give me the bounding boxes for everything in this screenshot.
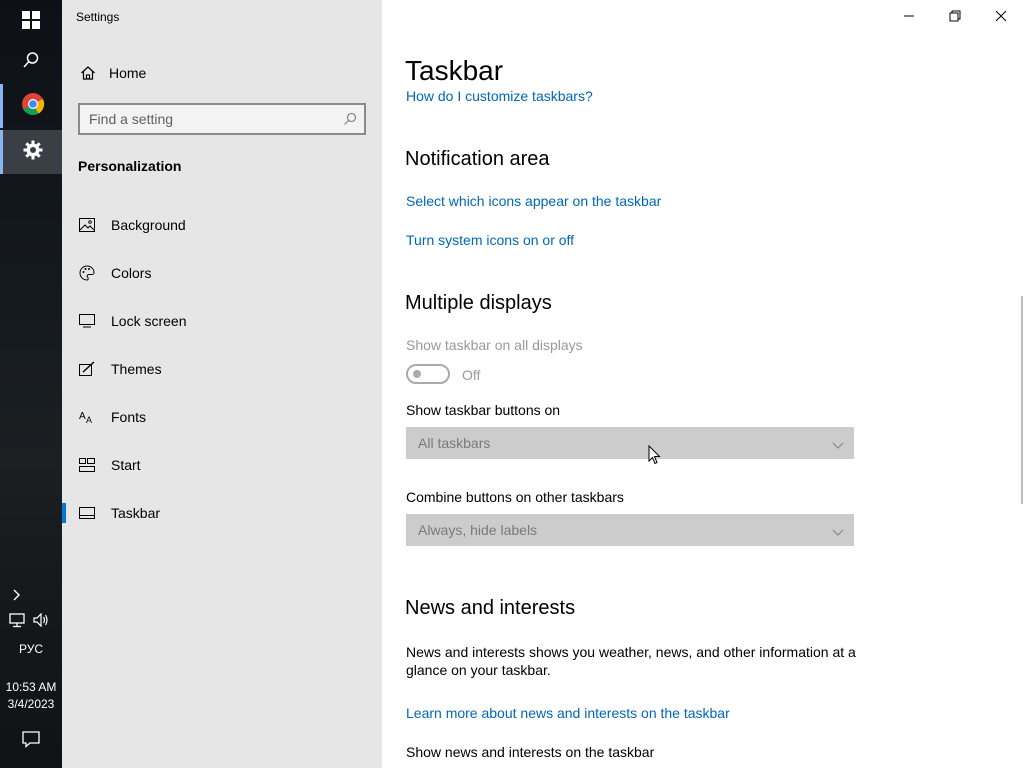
sidebar-item-fonts[interactable]: AA Fonts: [62, 397, 382, 437]
start-button[interactable]: [0, 0, 62, 44]
toggle-state-label: Off: [462, 367, 481, 383]
system-icons-link[interactable]: Turn system icons on or off: [406, 232, 574, 248]
home-icon: [79, 65, 97, 81]
sidebar-item-lock-screen[interactable]: Lock screen: [62, 301, 382, 341]
taskbar-settings-page: How do I customize taskbars? Taskbar Not…: [382, 0, 1024, 768]
minimize-icon: [904, 15, 914, 17]
sidebar-item-start[interactable]: Start: [62, 445, 382, 485]
nav-home[interactable]: Home: [62, 56, 382, 90]
taskbar-search-button[interactable]: [0, 40, 62, 84]
multiple-displays-heading: Multiple displays: [405, 292, 552, 314]
picture-icon: [78, 216, 96, 234]
clock-date[interactable]: 3/4/2023: [0, 697, 62, 711]
show-news-label: Show news and interests on the taskbar: [406, 744, 655, 760]
volume-icon[interactable]: [32, 612, 50, 633]
sidebar-item-themes[interactable]: Themes: [62, 349, 382, 389]
language-indicator[interactable]: РУС: [0, 642, 62, 656]
sidebar-item-label: Fonts: [111, 409, 147, 425]
show-on-all-displays-toggle[interactable]: [406, 364, 450, 384]
search-input[interactable]: [80, 111, 330, 127]
taskbar: РУС 10:53 AM 3/4/2023: [0, 0, 62, 768]
search-icon: [22, 51, 40, 74]
show-on-all-displays-label: Show taskbar on all displays: [406, 337, 583, 353]
start-tiles-icon: [78, 456, 96, 474]
mouse-cursor-icon: [648, 444, 662, 470]
clock-time[interactable]: 10:53 AM: [0, 680, 62, 694]
taskbar-buttons-on-label: Show taskbar buttons on: [406, 402, 561, 418]
search-icon[interactable]: [343, 112, 357, 131]
close-button[interactable]: [978, 4, 1024, 28]
chevron-down-icon: [832, 524, 844, 542]
restore-button[interactable]: [932, 4, 978, 28]
app-title: Settings: [76, 10, 120, 24]
network-icon[interactable]: [8, 612, 26, 633]
nav-home-label: Home: [109, 65, 147, 81]
scrollbar-thumb[interactable]: [1021, 296, 1023, 504]
dropdown-value: Always, hide labels: [418, 522, 538, 538]
sidebar-item-label: Taskbar: [111, 505, 161, 521]
settings-taskbar-button[interactable]: [0, 130, 62, 174]
sidebar-item-label: Colors: [111, 265, 152, 281]
select-icons-link[interactable]: Select which icons appear on the taskbar: [406, 193, 661, 209]
combine-buttons-dropdown[interactable]: Always, hide labels: [406, 514, 854, 546]
close-icon: [995, 10, 1007, 22]
taskbar-icon: [78, 504, 96, 522]
sidebar-item-label: Themes: [111, 361, 162, 377]
action-center-icon[interactable]: [21, 730, 41, 753]
learn-more-news-link[interactable]: Learn more about news and interests on t…: [406, 705, 730, 721]
sidebar-item-colors[interactable]: Colors: [62, 253, 382, 293]
news-interests-heading: News and interests: [405, 597, 576, 619]
sidebar-item-background[interactable]: Background: [62, 205, 382, 245]
customize-taskbars-link[interactable]: How do I customize taskbars?: [406, 88, 593, 104]
svg-text:A: A: [86, 415, 92, 425]
minimize-button[interactable]: [886, 4, 932, 28]
brush-icon: [78, 360, 96, 378]
restore-icon: [949, 10, 961, 22]
settings-sidebar: Settings Home Personalization Background…: [62, 0, 382, 768]
chrome-taskbar-button[interactable]: [0, 84, 62, 128]
toggle-knob: [413, 370, 421, 378]
sidebar-item-label: Lock screen: [111, 313, 187, 329]
taskbar-buttons-on-dropdown[interactable]: All taskbars: [406, 427, 854, 459]
news-interests-description: News and interests shows you weather, ne…: [406, 644, 856, 678]
font-icon: AA: [78, 408, 96, 426]
chrome-icon: [21, 92, 45, 121]
dropdown-value: All taskbars: [418, 435, 491, 451]
settings-gear-icon: [23, 140, 43, 165]
lock-screen-icon: [78, 312, 96, 330]
page-title: Taskbar: [405, 55, 504, 86]
sidebar-item-label: Start: [111, 457, 141, 473]
combine-buttons-label: Combine buttons on other taskbars: [406, 489, 624, 505]
windows-start-icon: [22, 10, 40, 34]
find-setting-search[interactable]: [78, 103, 366, 135]
section-header-personalization: Personalization: [78, 158, 182, 174]
svg-text:A: A: [79, 411, 86, 422]
palette-icon: [78, 264, 96, 282]
sidebar-item-label: Background: [111, 217, 186, 233]
sidebar-item-taskbar[interactable]: Taskbar: [62, 493, 382, 533]
notification-area-heading: Notification area: [405, 148, 550, 170]
chevron-down-icon: [832, 437, 844, 455]
chevron-up-icon[interactable]: [10, 588, 24, 607]
